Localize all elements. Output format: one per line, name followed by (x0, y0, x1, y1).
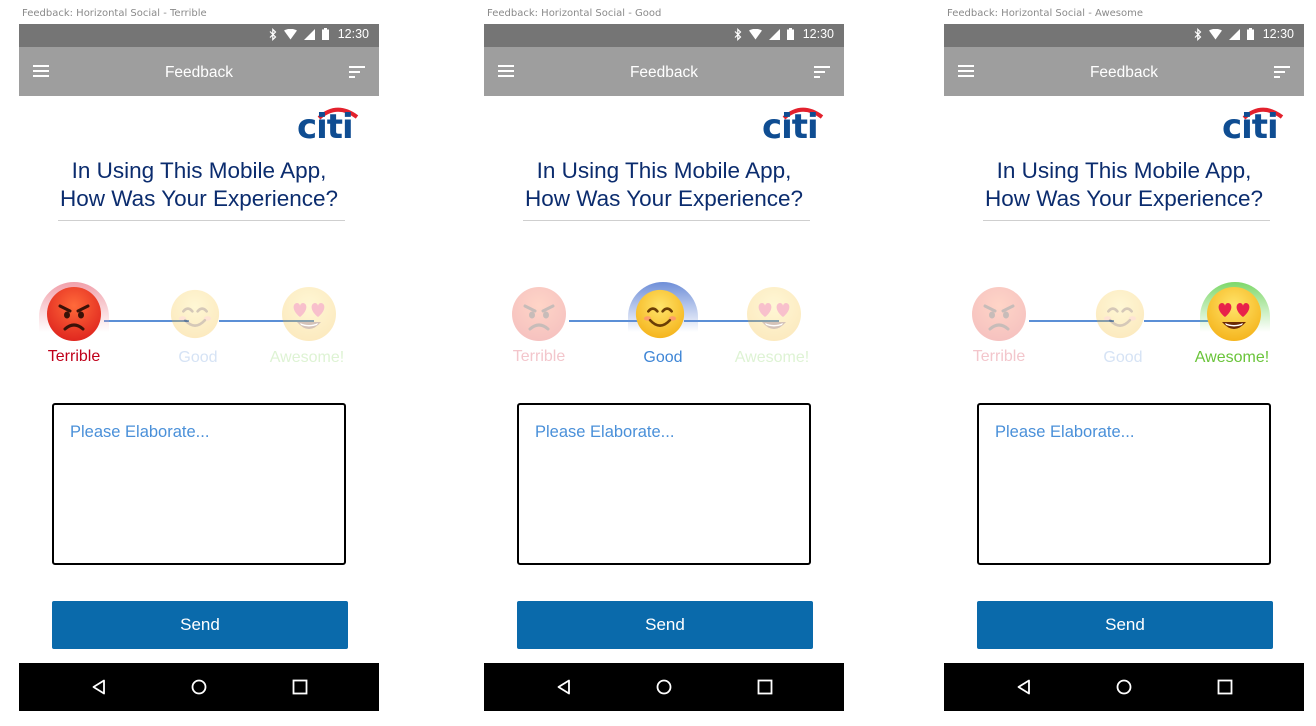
title-divider (983, 220, 1270, 221)
home-icon[interactable] (656, 679, 672, 700)
heart-eyes-face-icon[interactable] (746, 286, 802, 342)
nav-bar (19, 663, 379, 711)
rating-label-good: Good (1103, 349, 1143, 366)
elaborate-input[interactable] (979, 405, 1269, 563)
bluetooth-icon (269, 27, 277, 41)
title-divider (523, 220, 810, 221)
smiling-face-icon[interactable] (170, 289, 220, 339)
rating-label-good: Good (643, 349, 683, 366)
page-title-line-1: In Using This Mobile App, (536, 158, 792, 183)
signal-icon (768, 28, 780, 40)
elaborate-input[interactable] (519, 405, 809, 563)
app-bar: Feedback (19, 47, 379, 96)
app-bar: Feedback (484, 47, 844, 96)
battery-icon (321, 28, 329, 40)
back-icon[interactable] (556, 679, 572, 700)
heart-eyes-face-icon[interactable] (1206, 286, 1262, 342)
nav-bar (944, 663, 1304, 711)
wifi-icon (748, 28, 762, 40)
send-button[interactable]: Send (977, 601, 1273, 649)
angry-face-icon[interactable] (511, 286, 567, 342)
phone-screen: 12:30 Feedback citi In Using This Mobile… (19, 24, 379, 711)
send-button[interactable]: Send (517, 601, 813, 649)
page-title-line-1: In Using This Mobile App, (71, 158, 327, 183)
elaborate-field[interactable] (52, 403, 346, 565)
smiling-face-icon[interactable] (1095, 289, 1145, 339)
page-title-line-2: How Was Your Experience? (59, 186, 339, 211)
heart-eyes-face-icon[interactable] (281, 286, 337, 342)
rating-label-awesome: Awesome! (1194, 349, 1270, 366)
signal-icon (303, 28, 315, 40)
nav-bar (484, 663, 844, 711)
status-bar: 12:30 (944, 24, 1304, 47)
battery-icon (1246, 28, 1254, 40)
signal-icon (1228, 28, 1240, 40)
citi-logo-text: citi (762, 107, 819, 147)
citi-logo: citi (762, 104, 824, 144)
phone-screen: 12:30 Feedback citi In Using This Mobile… (944, 24, 1304, 711)
home-icon[interactable] (191, 679, 207, 700)
recents-icon[interactable] (292, 679, 308, 700)
title-divider (58, 220, 345, 221)
citi-logo: citi (1222, 104, 1284, 144)
phone-screen: 12:30 Feedback citi In Using This Mobile… (484, 24, 844, 711)
page-title-line-2: How Was Your Experience? (984, 186, 1264, 211)
rating-label-awesome: Awesome! (734, 349, 810, 366)
rating-label-awesome: Awesome! (269, 349, 345, 366)
status-bar: 12:30 (19, 24, 379, 47)
bluetooth-icon (734, 27, 742, 41)
status-time: 12:30 (337, 27, 369, 41)
back-icon[interactable] (91, 679, 107, 700)
rating-label-terrible: Terrible (47, 348, 101, 365)
page-title: In Using This Mobile App, How Was Your E… (504, 157, 824, 213)
bluetooth-icon (1194, 27, 1202, 41)
status-bar: 12:30 (484, 24, 844, 47)
app-bar-title: Feedback (164, 64, 234, 81)
send-button[interactable]: Send (52, 601, 348, 649)
elaborate-field[interactable] (977, 403, 1271, 565)
page-title-line-2: How Was Your Experience? (524, 186, 804, 211)
home-icon[interactable] (1116, 679, 1132, 700)
smiling-face-icon[interactable] (635, 289, 685, 339)
wifi-icon (283, 28, 297, 40)
back-icon[interactable] (1016, 679, 1032, 700)
panel-caption: Feedback: Horizontal Social - Good (487, 8, 662, 19)
recents-icon[interactable] (1217, 679, 1233, 700)
battery-icon (786, 28, 794, 40)
recents-icon[interactable] (757, 679, 773, 700)
app-bar-title: Feedback (629, 64, 699, 81)
page-title: In Using This Mobile App, How Was Your E… (964, 157, 1284, 213)
rating-label-terrible: Terrible (512, 348, 566, 365)
citi-logo: citi (297, 104, 359, 144)
filter-icon[interactable] (814, 66, 830, 78)
wifi-icon (1208, 28, 1222, 40)
filter-icon[interactable] (349, 66, 365, 78)
angry-face-icon[interactable] (46, 286, 102, 342)
panel-caption: Feedback: Horizontal Social - Awesome (947, 8, 1144, 19)
rating-label-good: Good (178, 349, 218, 366)
page-title: In Using This Mobile App, How Was Your E… (39, 157, 359, 213)
elaborate-field[interactable] (517, 403, 811, 565)
app-bar-title: Feedback (1089, 64, 1159, 81)
app-bar: Feedback (944, 47, 1304, 96)
panel-caption: Feedback: Horizontal Social - Terrible (22, 8, 207, 19)
rating-label-terrible: Terrible (972, 348, 1026, 365)
citi-logo-text: citi (297, 107, 354, 147)
status-time: 12:30 (1262, 27, 1294, 41)
page-title-line-1: In Using This Mobile App, (996, 158, 1252, 183)
filter-icon[interactable] (1274, 66, 1290, 78)
angry-face-icon[interactable] (971, 286, 1027, 342)
citi-logo-text: citi (1222, 107, 1279, 147)
elaborate-input[interactable] (54, 405, 344, 563)
status-time: 12:30 (802, 27, 834, 41)
